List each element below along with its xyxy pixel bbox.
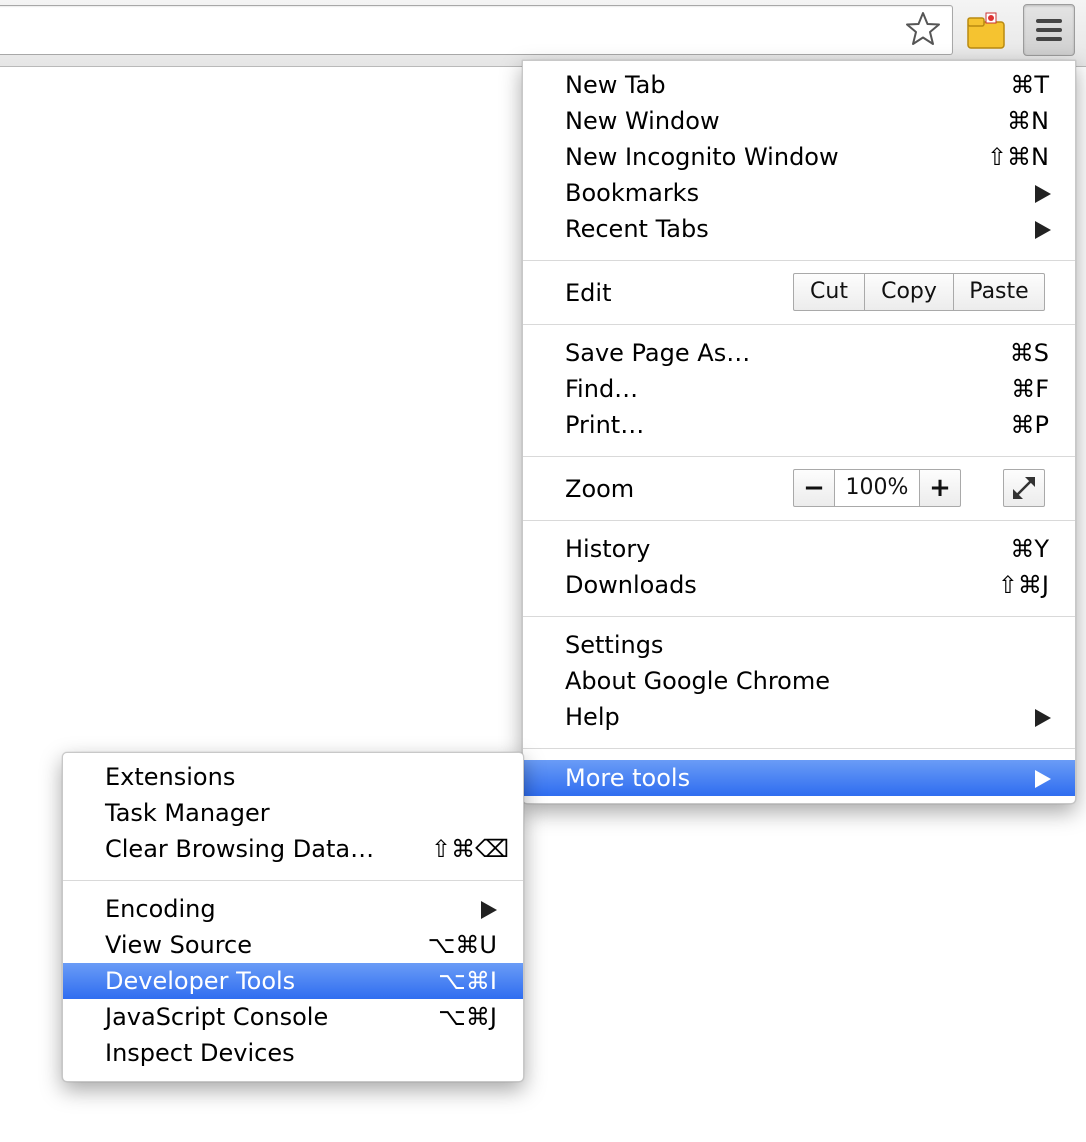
menu-separator <box>63 880 523 881</box>
folder-extension-icon[interactable] <box>966 12 1006 50</box>
fullscreen-button[interactable] <box>1003 469 1045 507</box>
menu-separator <box>523 260 1075 261</box>
submenu-item-view-source[interactable]: View Source ⌥⌘U <box>63 927 523 963</box>
menu-item-save-page-as[interactable]: Save Page As… ⌘S <box>523 335 1075 371</box>
submenu-item-encoding[interactable]: Encoding <box>63 891 523 927</box>
paste-button[interactable]: Paste <box>954 274 1044 310</box>
star-icon[interactable] <box>904 10 942 48</box>
address-bar[interactable] <box>0 5 953 55</box>
menu-item-find[interactable]: Find… ⌘F <box>523 371 1075 407</box>
zoom-level-value: 100% <box>835 470 920 506</box>
hamburger-menu-icon <box>1036 19 1062 23</box>
cut-button[interactable]: Cut <box>794 274 865 310</box>
zoom-in-button[interactable]: + <box>920 470 960 506</box>
zoom-control: − 100% + <box>793 469 961 507</box>
menu-separator <box>523 748 1075 749</box>
menu-item-about-google-chrome[interactable]: About Google Chrome <box>523 663 1075 699</box>
edit-button-group: Cut Copy Paste <box>793 273 1045 311</box>
submenu-arrow-icon <box>481 901 497 919</box>
submenu-item-inspect-devices[interactable]: Inspect Devices <box>63 1035 523 1071</box>
submenu-item-clear-browsing-data[interactable]: Clear Browsing Data… ⇧⌘⌫ <box>63 831 523 867</box>
copy-button[interactable]: Copy <box>865 274 954 310</box>
menu-item-history[interactable]: History ⌘Y <box>523 531 1075 567</box>
menu-item-downloads[interactable]: Downloads ⇧⌘J <box>523 567 1075 603</box>
menu-separator <box>523 616 1075 617</box>
menu-item-settings[interactable]: Settings <box>523 627 1075 663</box>
menu-separator <box>523 456 1075 457</box>
menu-item-new-incognito-window[interactable]: New Incognito Window ⇧⌘N <box>523 139 1075 175</box>
zoom-out-button[interactable]: − <box>794 470 835 506</box>
menu-item-new-window[interactable]: New Window ⌘N <box>523 103 1075 139</box>
chrome-menu-button[interactable] <box>1023 4 1075 56</box>
menu-separator <box>523 324 1075 325</box>
menu-item-recent-tabs[interactable]: Recent Tabs <box>523 211 1075 247</box>
submenu-arrow-icon <box>1035 709 1051 727</box>
more-tools-submenu: Extensions Task Manager Clear Browsing D… <box>62 752 524 1082</box>
menu-separator <box>523 520 1075 521</box>
chrome-main-menu: New Tab ⌘T New Window ⌘N New Incognito W… <box>522 60 1076 804</box>
submenu-item-javascript-console[interactable]: JavaScript Console ⌥⌘J <box>63 999 523 1035</box>
menu-item-new-tab[interactable]: New Tab ⌘T <box>523 67 1075 103</box>
submenu-arrow-icon <box>1035 185 1051 203</box>
menu-item-bookmarks[interactable]: Bookmarks <box>523 175 1075 211</box>
submenu-item-developer-tools[interactable]: Developer Tools ⌥⌘I <box>63 963 523 999</box>
menu-item-help[interactable]: Help <box>523 699 1075 735</box>
submenu-arrow-icon <box>1035 770 1051 788</box>
menu-item-more-tools[interactable]: More tools <box>523 760 1075 796</box>
submenu-arrow-icon <box>1035 221 1051 239</box>
submenu-item-task-manager[interactable]: Task Manager <box>63 795 523 831</box>
submenu-item-extensions[interactable]: Extensions <box>63 759 523 795</box>
fullscreen-icon <box>1013 477 1035 499</box>
browser-toolbar <box>0 0 1086 67</box>
menu-item-print[interactable]: Print… ⌘P <box>523 407 1075 443</box>
